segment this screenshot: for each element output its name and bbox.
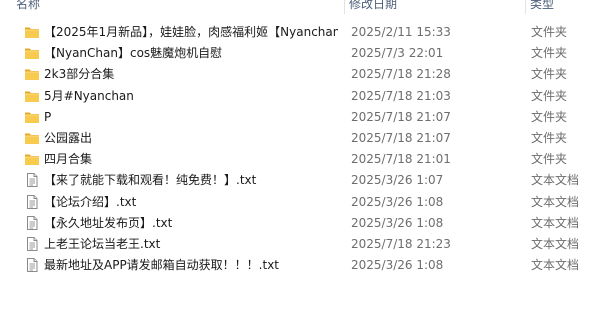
file-modified-date: 2025/2/11 15:33 bbox=[351, 25, 451, 39]
folder-icon bbox=[24, 25, 40, 39]
file-modified-date: 2025/3/26 1:08 bbox=[351, 258, 444, 273]
file-row[interactable]: 公园露出 2025/7/18 21:07 文件夹 bbox=[0, 128, 602, 149]
file-modified-date: 2025/7/18 21:01 bbox=[351, 152, 451, 167]
file-type: 文件夹 bbox=[531, 88, 568, 103]
file-modified-date: 2025/7/18 21:23 bbox=[351, 236, 451, 251]
file-row[interactable]: 2k3部分合集 2025/7/18 21:28 文件夹 bbox=[0, 64, 602, 85]
file-name: 【永久地址发布页】.txt bbox=[44, 215, 173, 230]
file-modified-date: 2025/3/26 1:08 bbox=[351, 194, 444, 209]
column-divider[interactable] bbox=[525, 0, 526, 14]
file-type: 文本文档 bbox=[531, 173, 580, 188]
folder-icon bbox=[24, 110, 40, 124]
file-type: 文本文档 bbox=[531, 236, 580, 251]
column-header-name[interactable]: 名称 bbox=[16, 0, 336, 13]
file-type: 文件夹 bbox=[531, 152, 568, 167]
file-name: 【2025年1月新品】，娃娃脸，肉感福利姬【Nyanchan】 bbox=[44, 25, 338, 39]
file-row[interactable]: P 2025/7/18 21:07 文件夹 bbox=[0, 107, 602, 128]
file-modified-date: 2025/3/26 1:07 bbox=[351, 173, 444, 188]
file-name: P bbox=[44, 109, 52, 124]
folder-icon bbox=[24, 67, 40, 81]
folder-icon bbox=[24, 152, 40, 166]
text-file-icon bbox=[24, 236, 40, 251]
file-row[interactable]: 【论坛介绍】.txt 2025/3/26 1:08 文本文档 bbox=[0, 192, 602, 213]
folder-icon bbox=[24, 131, 40, 145]
file-row[interactable]: 【2025年1月新品】，娃娃脸，肉感福利姬【Nyanchan】 2025/2/11… bbox=[0, 22, 602, 43]
file-modified-date: 2025/7/3 22:01 bbox=[351, 46, 444, 61]
file-type: 文本文档 bbox=[531, 215, 580, 230]
file-type: 文件夹 bbox=[531, 67, 568, 82]
file-row[interactable]: 上老王论坛当老王.txt 2025/7/18 21:23 文本文档 bbox=[0, 234, 602, 255]
column-header-type[interactable]: 类型 bbox=[530, 0, 600, 13]
file-type: 文件夹 bbox=[531, 109, 568, 124]
file-row[interactable]: 5月#Nyanchan 2025/7/18 21:03 文件夹 bbox=[0, 86, 602, 107]
column-divider[interactable] bbox=[344, 0, 345, 14]
file-name: 5月#Nyanchan bbox=[44, 88, 134, 103]
file-modified-date: 2025/3/26 1:08 bbox=[351, 215, 444, 230]
text-file-icon bbox=[24, 258, 40, 273]
file-modified-date: 2025/7/18 21:07 bbox=[351, 130, 451, 145]
file-type: 文件夹 bbox=[531, 130, 568, 145]
file-name: 【NyanChan】cos魅魔炮机自慰 bbox=[44, 46, 223, 61]
text-file-icon bbox=[24, 215, 40, 230]
file-type: 文件夹 bbox=[531, 46, 568, 61]
file-row[interactable]: 最新地址及APP请发邮箱自动获取！！！.txt 2025/3/26 1:08 文本文… bbox=[0, 255, 602, 276]
file-name: 【来了就能下载和观看！纯免费！】.txt bbox=[44, 173, 257, 188]
file-explorer: 名称 修改日期 类型 【2025年1月新品】，娃娃脸，肉感福利姬【Nyancha… bbox=[0, 0, 602, 322]
file-modified-date: 2025/7/18 21:07 bbox=[351, 109, 451, 124]
file-type: 文件夹 bbox=[531, 25, 568, 39]
column-header-date[interactable]: 修改日期 bbox=[349, 0, 519, 13]
file-row[interactable]: 【永久地址发布页】.txt 2025/3/26 1:08 文本文档 bbox=[0, 213, 602, 234]
file-name: 四月合集 bbox=[44, 152, 93, 167]
file-name: 上老王论坛当老王.txt bbox=[44, 236, 161, 251]
file-type: 文本文档 bbox=[531, 194, 580, 209]
file-modified-date: 2025/7/18 21:03 bbox=[351, 88, 451, 103]
file-modified-date: 2025/7/18 21:28 bbox=[351, 67, 451, 82]
file-row[interactable]: 四月合集 2025/7/18 21:01 文件夹 bbox=[0, 149, 602, 170]
file-name: 2k3部分合集 bbox=[44, 67, 115, 82]
file-row[interactable]: 【来了就能下载和观看！纯免费！】.txt 2025/3/26 1:07 文本文档 bbox=[0, 170, 602, 191]
file-row[interactable]: 【NyanChan】cos魅魔炮机自慰 2025/7/3 22:01 文件夹 bbox=[0, 43, 602, 64]
folder-icon bbox=[24, 89, 40, 103]
file-name: 公园露出 bbox=[44, 130, 93, 145]
file-name: 【论坛介绍】.txt bbox=[44, 194, 137, 209]
file-type: 文本文档 bbox=[531, 258, 580, 273]
folder-icon bbox=[24, 46, 40, 60]
text-file-icon bbox=[24, 173, 40, 188]
text-file-icon bbox=[24, 194, 40, 209]
file-list: 【2025年1月新品】，娃娃脸，肉感福利姬【Nyanchan】 2025/2/11… bbox=[0, 22, 602, 276]
file-name: 最新地址及APP请发邮箱自动获取！！！.txt bbox=[44, 258, 280, 273]
column-header-bar: 名称 修改日期 类型 bbox=[0, 0, 602, 14]
